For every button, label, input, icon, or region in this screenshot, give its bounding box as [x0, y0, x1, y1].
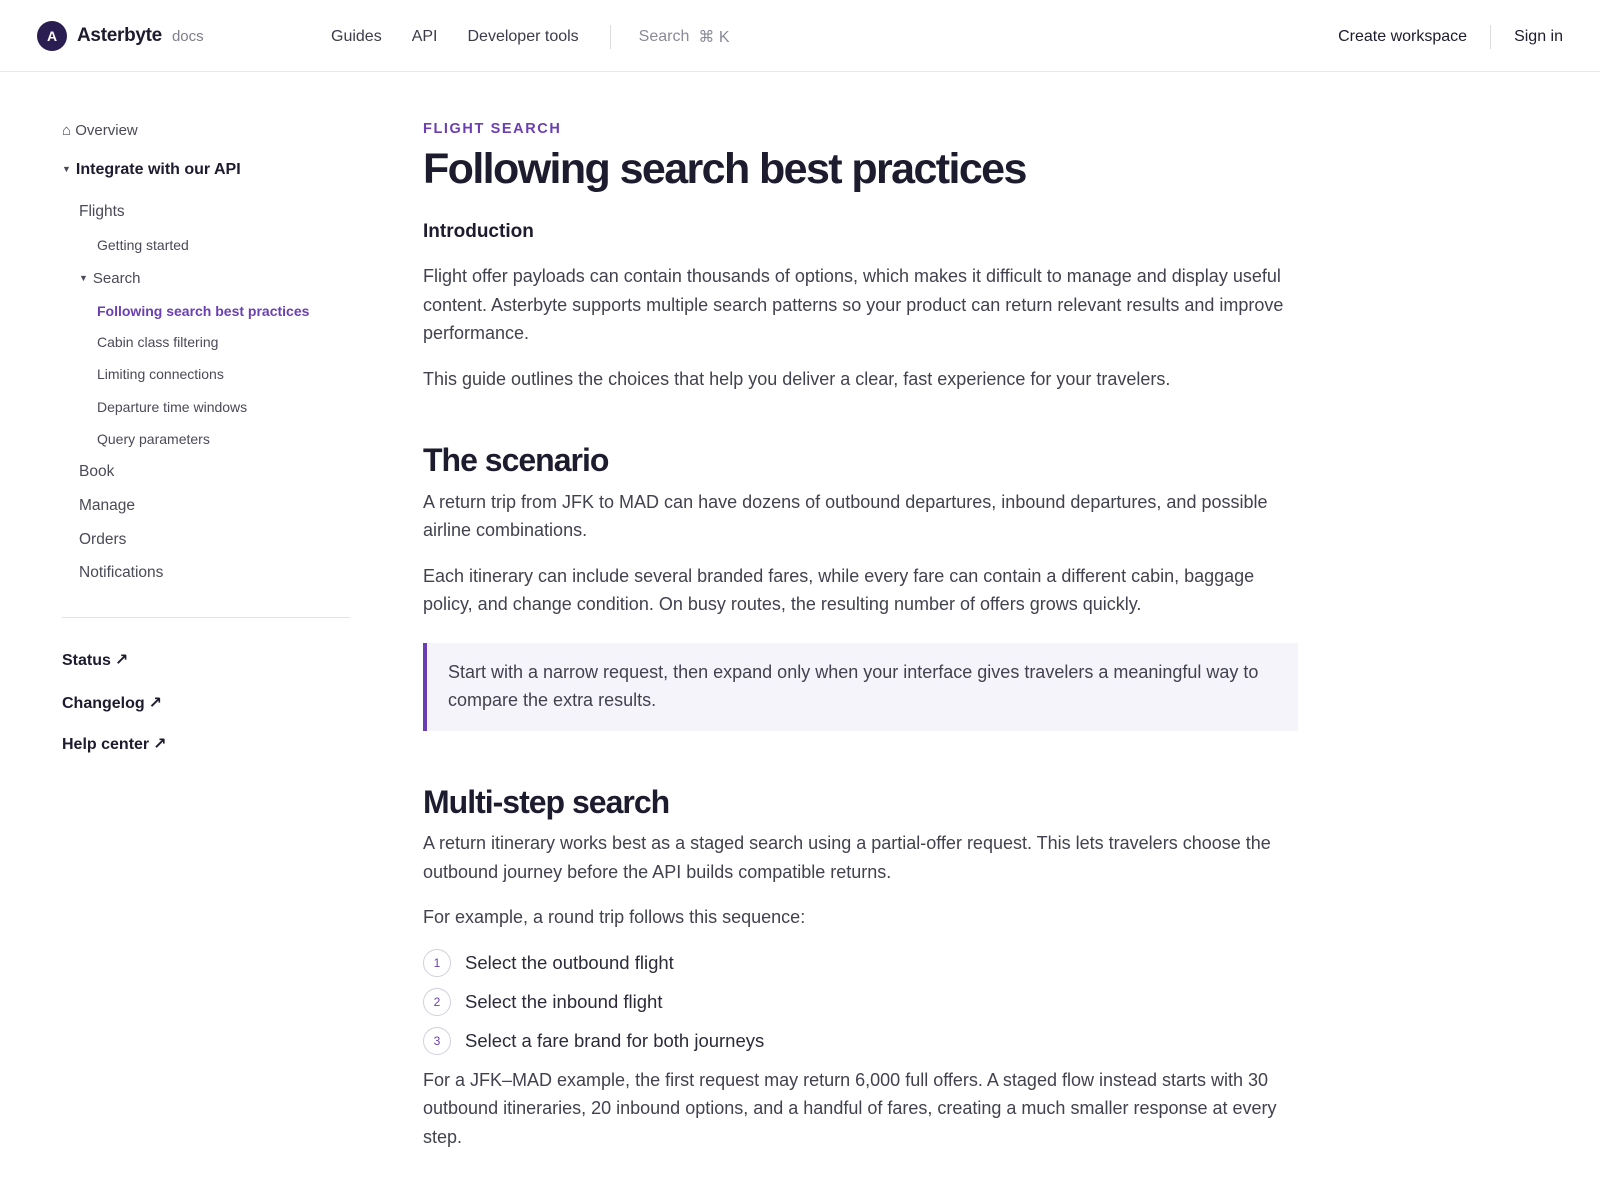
introduction-heading: Introduction [423, 221, 534, 243]
sidebar-item-label: Overview [75, 122, 138, 139]
external-link-icon: ↗ [148, 695, 163, 712]
sidebar-item-flights[interactable]: Flights [79, 203, 125, 221]
sidebar-item-getting-started[interactable]: Getting started [97, 237, 189, 253]
brand-logo: A [37, 21, 67, 51]
sidebar-link-status[interactable]: Status ↗ [62, 650, 128, 670]
scenario-paragraph-1: A return trip from JFK to MAD can have d… [423, 491, 1268, 541]
search-shortcut-hint: ⌘ K [698, 29, 730, 46]
sidebar-item-overview[interactable]: ⌂ Overview [62, 122, 138, 139]
multi-step-paragraph-2: For example, a round trip follows this s… [423, 907, 806, 928]
sidebar-item-manage[interactable]: Manage [79, 497, 135, 515]
step-item: 2 Select the inbound flight [423, 987, 1303, 1016]
create-workspace-link[interactable]: Create workspace [1338, 28, 1467, 46]
nav-api[interactable]: API [412, 28, 438, 46]
sidebar-link-help-center[interactable]: Help center ↗ [62, 734, 167, 754]
page-title: Following search best practices [423, 145, 1027, 193]
sign-in-link[interactable]: Sign in [1514, 28, 1563, 46]
sidebar-group-integrate[interactable]: ▼ Integrate with our API [62, 161, 241, 179]
sidebar-item-cabin-class-filtering[interactable]: Cabin class filtering [97, 334, 218, 350]
top-navigation-bar: A Asterbyte docs Guides API Developer to… [0, 0, 1600, 72]
sidebar-item-limiting-connections[interactable]: Limiting connections [97, 366, 224, 382]
step-text: Select a fare brand for both journeys [465, 1029, 765, 1051]
multi-step-paragraph-3: For a JFK–MAD example, the first request… [423, 1069, 1277, 1147]
steps-list: 1 Select the outbound flight 2 Select th… [423, 948, 1303, 1055]
step-text: Select the outbound flight [465, 951, 674, 973]
multi-step-paragraph-1: A return itinerary works best as a stage… [423, 833, 1271, 882]
step-number-badge: 1 [423, 948, 451, 977]
article-content: FLIGHT SEARCH Following search best prac… [423, 121, 1303, 1151]
sidebar-link-label: Status [62, 652, 111, 669]
nav-guides[interactable]: Guides [331, 28, 382, 46]
step-item: 1 Select the outbound flight [423, 948, 1303, 977]
sidebar-group-label: Integrate with our API [75, 161, 241, 178]
brand[interactable]: A Asterbyte docs [37, 21, 204, 51]
search-label: Search [638, 28, 690, 45]
brand-name: Asterbyte [77, 25, 162, 46]
sidebar-divider [62, 617, 350, 618]
sidebar-link-label: Changelog [62, 695, 145, 712]
nav-divider [609, 25, 611, 49]
actions-divider [1490, 25, 1492, 49]
external-link-icon: ↗ [153, 736, 167, 753]
sidebar-item-label: Search [92, 270, 141, 287]
tip-callout: Start with a narrow request, then expand… [423, 642, 1298, 731]
caret-down-icon: ▼ [62, 164, 71, 174]
sidebar-item-departure-time-windows[interactable]: Departure time windows [97, 399, 247, 415]
sidebar-link-label: Help center [62, 736, 150, 753]
sidebar-item-search[interactable]: ▼ Search [79, 270, 140, 287]
brand-product-label: docs [171, 27, 204, 45]
caret-down-icon: ▼ [79, 273, 88, 283]
external-link-icon: ↗ [114, 652, 129, 669]
intro-paragraph-2: This guide outlines the choices that hel… [423, 368, 1171, 389]
multi-step-search-heading: Multi-step search [423, 783, 670, 820]
home-icon: ⌂ [62, 122, 72, 139]
section-eyebrow: FLIGHT SEARCH [423, 121, 562, 137]
step-number-badge: 2 [423, 987, 451, 1016]
nav-developer-tools[interactable]: Developer tools [468, 28, 579, 46]
step-text: Select the inbound flight [465, 990, 663, 1012]
intro-paragraph-1: Flight offer payloads can contain thousa… [423, 266, 1284, 344]
main-nav: Guides API Developer tools Search ⌘ K [331, 25, 730, 49]
sidebar-item-query-parameters[interactable]: Query parameters [97, 431, 210, 447]
step-number-badge: 3 [423, 1026, 451, 1055]
sidebar-item-book[interactable]: Book [79, 463, 114, 481]
search-trigger[interactable]: Search ⌘ K [639, 27, 730, 47]
sidebar-item-orders[interactable]: Orders [79, 531, 126, 549]
scenario-paragraph-2: Each itinerary can include several brand… [423, 565, 1255, 615]
step-item: 3 Select a fare brand for both journeys [423, 1026, 1303, 1055]
header-actions: Create workspace Sign in [1338, 25, 1563, 49]
sidebar-link-changelog[interactable]: Changelog ↗ [62, 693, 162, 713]
sidebar-item-following-search-best-practices[interactable]: Following search best practices [97, 303, 309, 319]
sidebar-item-notifications[interactable]: Notifications [79, 564, 163, 582]
scenario-heading: The scenario [423, 442, 609, 479]
